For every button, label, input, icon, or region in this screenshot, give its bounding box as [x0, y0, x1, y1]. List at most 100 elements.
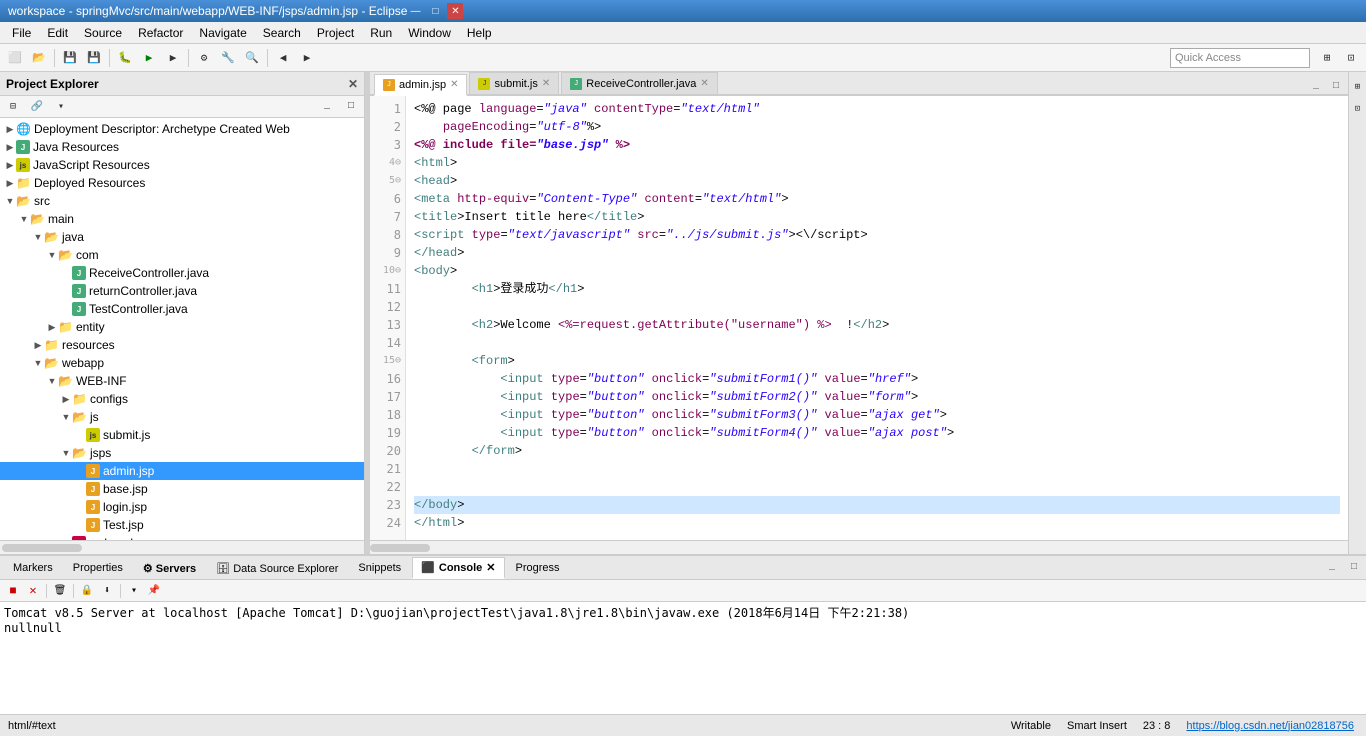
tree-arrow[interactable]: ▶	[32, 340, 44, 351]
menu-edit[interactable]: Edit	[39, 22, 76, 43]
tree-arrow[interactable]: ▼	[18, 214, 30, 224]
right-btn2[interactable]: ⊡	[1347, 98, 1366, 120]
tree-arrow[interactable]: ▶	[60, 394, 72, 405]
menu-run[interactable]: Run	[362, 22, 400, 43]
toolbar-view-btn2[interactable]: ⊡	[1340, 47, 1362, 69]
pe-menu[interactable]: ▾	[50, 96, 72, 118]
tree-item[interactable]: ▼📂com	[0, 246, 364, 264]
toolbar-run2[interactable]: ▶	[162, 47, 184, 69]
pe-close-icon[interactable]: ✕	[348, 77, 358, 91]
tree-arrow[interactable]: ▼	[60, 412, 72, 422]
minimize-button[interactable]: —	[407, 3, 423, 19]
tab-progress[interactable]: Progress	[507, 557, 569, 579]
toolbar-open[interactable]: 📂	[28, 47, 50, 69]
tree-item[interactable]: Jlogin.jsp	[0, 498, 364, 516]
tree-arrow[interactable]: ▶	[4, 160, 16, 171]
tab-snippets[interactable]: Snippets	[349, 557, 410, 579]
console-terminate-button[interactable]: ✕	[24, 582, 42, 600]
close-button[interactable]: ✕	[447, 3, 463, 19]
tree-item[interactable]: ▼📂main	[0, 210, 364, 228]
menu-project[interactable]: Project	[309, 22, 362, 43]
menu-refactor[interactable]: Refactor	[130, 22, 191, 43]
toolbar-back[interactable]: ◀	[272, 47, 294, 69]
tab-close-receive[interactable]: ✕	[700, 78, 708, 89]
code-lines[interactable]: <%@ page language="java" contentType="te…	[406, 96, 1348, 540]
tree-arrow[interactable]: ▶	[4, 124, 16, 135]
tab-close-submit[interactable]: ✕	[542, 78, 550, 89]
editor-horizontal-scrollbar[interactable]	[370, 540, 1348, 554]
tab-admin-jsp[interactable]: J admin.jsp ✕	[374, 74, 467, 96]
tree-arrow[interactable]: ▼	[46, 376, 58, 386]
toolbar-forward[interactable]: ▶	[296, 47, 318, 69]
code-content[interactable]: 1234⊖5⊖678910⊖1112131415⊖161718192021222…	[370, 96, 1348, 540]
tab-submit-js[interactable]: J submit.js ✕	[469, 72, 559, 94]
menu-navigate[interactable]: Navigate	[191, 22, 254, 43]
tab-servers[interactable]: ⚙ Servers	[134, 557, 205, 579]
pe-minimize[interactable]: _	[316, 96, 338, 118]
console-scroll-end[interactable]: ⬇	[98, 582, 116, 600]
toolbar-btn1[interactable]: ⚙	[193, 47, 215, 69]
tree-item[interactable]: ▼📂WEB-INF	[0, 372, 364, 390]
tree-arrow[interactable]: ▼	[32, 358, 44, 368]
tree-arrow[interactable]: ▼	[32, 232, 44, 242]
tab-properties[interactable]: Properties	[64, 557, 132, 579]
tree-item[interactable]: ▼📂java	[0, 228, 364, 246]
toolbar-run[interactable]: ▶	[138, 47, 160, 69]
toolbar-debug[interactable]: 🐛	[114, 47, 136, 69]
tree-arrow[interactable]: ▼	[60, 448, 72, 458]
tree-item[interactable]: JTest.jsp	[0, 516, 364, 534]
tree-arrow[interactable]: ▶	[46, 322, 58, 333]
tab-close-admin[interactable]: ✕	[450, 79, 458, 90]
menu-help[interactable]: Help	[459, 22, 500, 43]
tree-item[interactable]: ▼📂js	[0, 408, 364, 426]
bottom-minimize[interactable]: _	[1324, 560, 1340, 576]
tree-item[interactable]: ▼📂webapp	[0, 354, 364, 372]
pe-collapse-all[interactable]: ⊟	[2, 96, 24, 118]
menu-file[interactable]: File	[4, 22, 39, 43]
menu-window[interactable]: Window	[400, 22, 459, 43]
toolbar-btn2[interactable]: 🔧	[217, 47, 239, 69]
console-pin[interactable]: 📌	[145, 582, 163, 600]
tab-datasource[interactable]: 🗄 Data Source Explorer	[207, 557, 347, 579]
quick-access-box[interactable]: Quick Access	[1170, 48, 1310, 68]
tree-item[interactable]: ▶📁Deployed Resources	[0, 174, 364, 192]
tree-item[interactable]: JTestController.java	[0, 300, 364, 318]
menu-source[interactable]: Source	[76, 22, 130, 43]
editor-maximize[interactable]: □	[1328, 78, 1344, 94]
tree-item[interactable]: jssubmit.js	[0, 426, 364, 444]
tree-item[interactable]: ▼📂src	[0, 192, 364, 210]
tree-item[interactable]: JreturnController.java	[0, 282, 364, 300]
tree-item[interactable]: ▶🌐Deployment Descriptor: Archetype Creat…	[0, 120, 364, 138]
toolbar-save[interactable]: 💾	[59, 47, 81, 69]
toolbar-view-btn1[interactable]: ⊞	[1316, 47, 1338, 69]
pe-link-editor[interactable]: 🔗	[26, 96, 48, 118]
tree-arrow[interactable]: ▶	[4, 142, 16, 153]
tree-item[interactable]: Jadmin.jsp	[0, 462, 364, 480]
console-view-menu[interactable]: ▾	[125, 582, 143, 600]
toolbar-new[interactable]: ⬜	[4, 47, 26, 69]
tree-arrow[interactable]: ▼	[4, 196, 16, 206]
pe-maximize[interactable]: □	[340, 96, 362, 118]
console-stop-button[interactable]: ■	[4, 582, 22, 600]
restore-button[interactable]: □	[427, 3, 443, 19]
console-tab-close[interactable]: ✕	[486, 561, 495, 574]
tab-markers[interactable]: Markers	[4, 557, 62, 579]
tree-item[interactable]: JReceiveController.java	[0, 264, 364, 282]
tree-arrow[interactable]: ▶	[4, 178, 16, 189]
toolbar-save-all[interactable]: 💾	[83, 47, 105, 69]
console-scroll-lock[interactable]: 🔒	[78, 582, 96, 600]
tree-arrow[interactable]: ▼	[46, 250, 58, 260]
menu-search[interactable]: Search	[255, 22, 309, 43]
tree-item[interactable]: ▼📂jsps	[0, 444, 364, 462]
tree-item[interactable]: Jbase.jsp	[0, 480, 364, 498]
bottom-maximize[interactable]: □	[1346, 560, 1362, 576]
tree-item[interactable]: ▶📁entity	[0, 318, 364, 336]
tab-receive-java[interactable]: J ReceiveController.java ✕	[561, 72, 717, 94]
tab-console[interactable]: ⬛ Console ✕	[412, 557, 504, 579]
toolbar-btn3[interactable]: 🔍	[241, 47, 263, 69]
tree-item[interactable]: ▶📁configs	[0, 390, 364, 408]
tree-item[interactable]: ▶JJava Resources	[0, 138, 364, 156]
console-clear-button[interactable]: 🗑	[51, 582, 69, 600]
editor-minimize[interactable]: _	[1308, 78, 1324, 94]
tree-item[interactable]: ▶📁resources	[0, 336, 364, 354]
